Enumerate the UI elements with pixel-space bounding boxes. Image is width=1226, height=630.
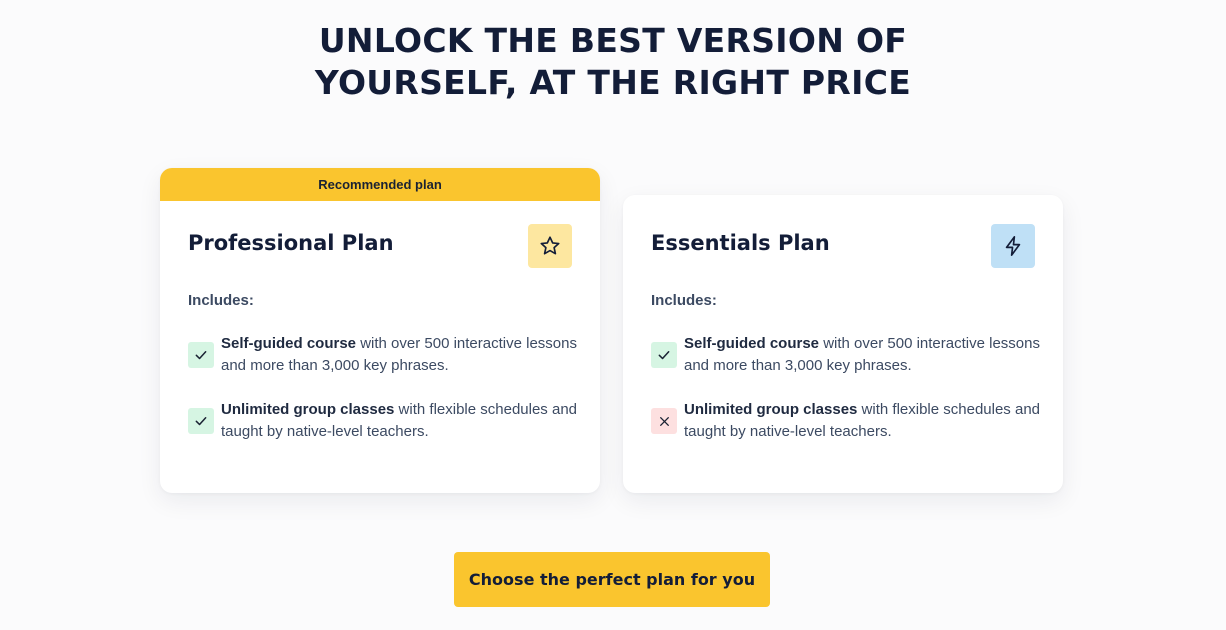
check-icon (651, 342, 677, 368)
feature-text: Self-guided course with over 500 interac… (684, 333, 1041, 377)
cross-icon (651, 408, 677, 434)
professional-plan-card: Recommended plan Professional Plan Inclu… (160, 168, 600, 493)
feature-item: Self-guided course with over 500 interac… (651, 333, 1041, 377)
feature-text: Unlimited group classes with flexible sc… (221, 399, 578, 443)
headline-line-2: YOURSELF, AT THE RIGHT PRICE (314, 63, 912, 102)
feature-name: Self-guided course (684, 335, 820, 352)
plan-badge (528, 224, 572, 268)
check-icon (188, 342, 214, 368)
headline-line-1: UNLOCK THE BEST VERSION OF (318, 21, 908, 60)
feature-name: Unlimited group classes (684, 401, 858, 418)
includes-label: Includes: (651, 292, 717, 309)
star-icon (540, 236, 560, 255)
plan-title: Essentials Plan (651, 231, 830, 255)
includes-label: Includes: (188, 292, 254, 309)
page-headline: UNLOCK THE BEST VERSION OF YOURSELF, AT … (0, 20, 1226, 104)
choose-plan-button[interactable]: Choose the perfect plan for you (454, 552, 770, 607)
feature-text: Self-guided course with over 500 interac… (221, 333, 578, 377)
feature-name: Unlimited group classes (221, 401, 395, 418)
essentials-plan-card: Essentials Plan Includes: Self-guided co… (623, 195, 1063, 493)
check-icon (188, 408, 214, 434)
plan-badge (991, 224, 1035, 268)
feature-name: Self-guided course (221, 335, 357, 352)
plan-title: Professional Plan (188, 231, 394, 255)
recommended-plan-ribbon: Recommended plan (160, 168, 600, 201)
feature-item: Self-guided course with over 500 interac… (188, 333, 578, 377)
feature-text: Unlimited group classes with flexible sc… (684, 399, 1041, 443)
feature-item: Unlimited group classes with flexible sc… (188, 399, 578, 443)
feature-item: Unlimited group classes with flexible sc… (651, 399, 1041, 443)
lightning-icon (1005, 236, 1021, 256)
